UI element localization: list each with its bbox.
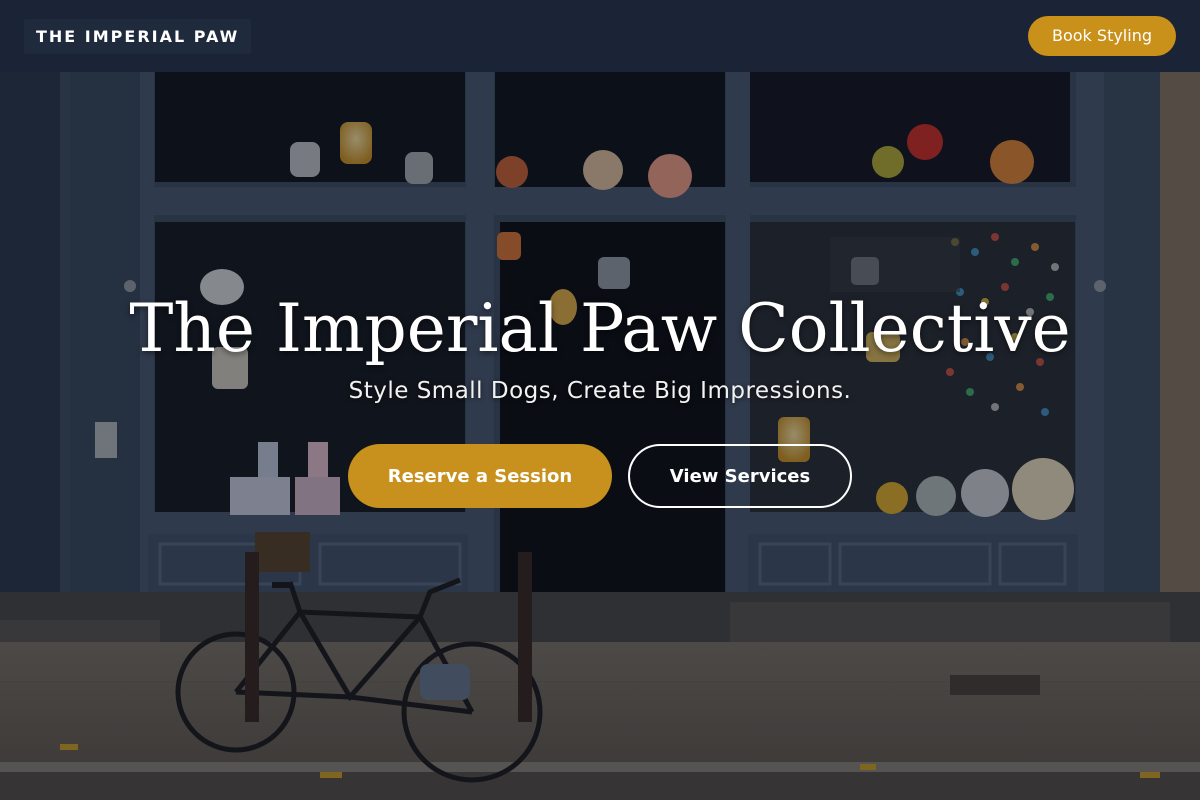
book-styling-button[interactable]: Book Styling [1028,16,1176,56]
view-services-button[interactable]: View Services [628,444,852,508]
hero-title: The Imperial Paw Collective [129,290,1071,367]
hero-subtitle: Style Small Dogs, Create Big Impressions… [348,378,852,404]
hero-section: The Imperial Paw Collective Style Small … [0,72,1200,800]
reserve-session-button[interactable]: Reserve a Session [348,444,612,508]
brand-logo[interactable]: THE IMPERIAL PAW [24,18,252,54]
hero-content: The Imperial Paw Collective Style Small … [0,72,1200,800]
top-navbar: THE IMPERIAL PAW Book Styling [0,0,1200,72]
